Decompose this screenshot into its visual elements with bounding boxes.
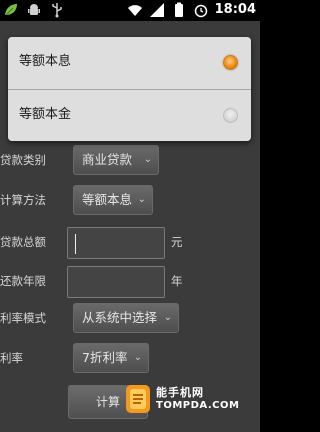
usb-icon xyxy=(49,2,65,18)
calc-method-label: 计算方法 xyxy=(0,193,46,207)
status-bar: 18:04 xyxy=(0,0,260,21)
loan-type-select[interactable]: 商业贷款 ⌄ xyxy=(73,145,159,175)
loan-years-input[interactable] xyxy=(67,266,165,298)
radio-selected-icon[interactable] xyxy=(223,55,238,70)
chevron-down-icon: ⌄ xyxy=(137,194,146,205)
watermark: 能手机网 TOMPDA.COM xyxy=(124,380,260,432)
wifi-icon xyxy=(127,2,143,18)
chevron-down-icon: ⌄ xyxy=(163,312,172,323)
rate-mode-select[interactable]: 从系统中选择 ⌄ xyxy=(73,303,179,333)
calc-method-row: 计算方法 等额本息 ⌄ xyxy=(0,185,260,215)
option-label: 等额本息 xyxy=(19,54,72,69)
calc-method-select[interactable]: 等额本息 ⌄ xyxy=(73,185,153,215)
option-equal-installment[interactable]: 等额本息 xyxy=(8,37,251,89)
loan-total-label: 贷款总额 xyxy=(0,235,46,249)
option-label: 等额本金 xyxy=(19,107,72,122)
option-equal-principal[interactable]: 等额本金 xyxy=(8,90,251,141)
loan-years-unit: 年 xyxy=(171,274,183,288)
rate-row: 利率 7折利率 ⌄ xyxy=(0,343,260,373)
loan-years-label: 还款年限 xyxy=(0,274,46,288)
leaf-app-icon xyxy=(3,2,19,18)
loan-total-unit: 元 xyxy=(171,235,183,249)
loan-type-label: 贷款类别 xyxy=(0,153,46,167)
rate-mode-label: 利率模式 xyxy=(0,311,46,325)
loan-years-row: 还款年限 年 xyxy=(0,266,260,298)
watermark-url: TOMPDA.COM xyxy=(156,400,240,411)
signal-icon xyxy=(149,2,165,18)
watermark-text: 能手机网 xyxy=(156,386,204,399)
rate-select[interactable]: 7折利率 ⌄ xyxy=(73,343,149,373)
radio-unselected-icon[interactable] xyxy=(223,108,238,123)
loan-total-row: 贷款总额 元 xyxy=(0,227,260,259)
loan-type-row: 贷款类别 商业贷款 ⌄ xyxy=(0,145,260,175)
chevron-down-icon: ⌄ xyxy=(143,154,152,165)
text-cursor xyxy=(75,234,76,254)
loan-total-input[interactable] xyxy=(67,227,165,259)
rate-mode-row: 利率模式 从系统中选择 ⌄ xyxy=(0,303,260,333)
calc-method-dialog: 等额本息 等额本金 xyxy=(8,37,251,141)
rate-label: 利率 xyxy=(0,351,23,365)
chevron-down-icon: ⌄ xyxy=(133,352,142,363)
android-icon xyxy=(26,2,42,18)
alarm-icon xyxy=(193,2,209,18)
watermark-logo-icon xyxy=(124,382,154,416)
battery-icon xyxy=(171,2,187,18)
clock: 18:04 xyxy=(214,2,256,17)
